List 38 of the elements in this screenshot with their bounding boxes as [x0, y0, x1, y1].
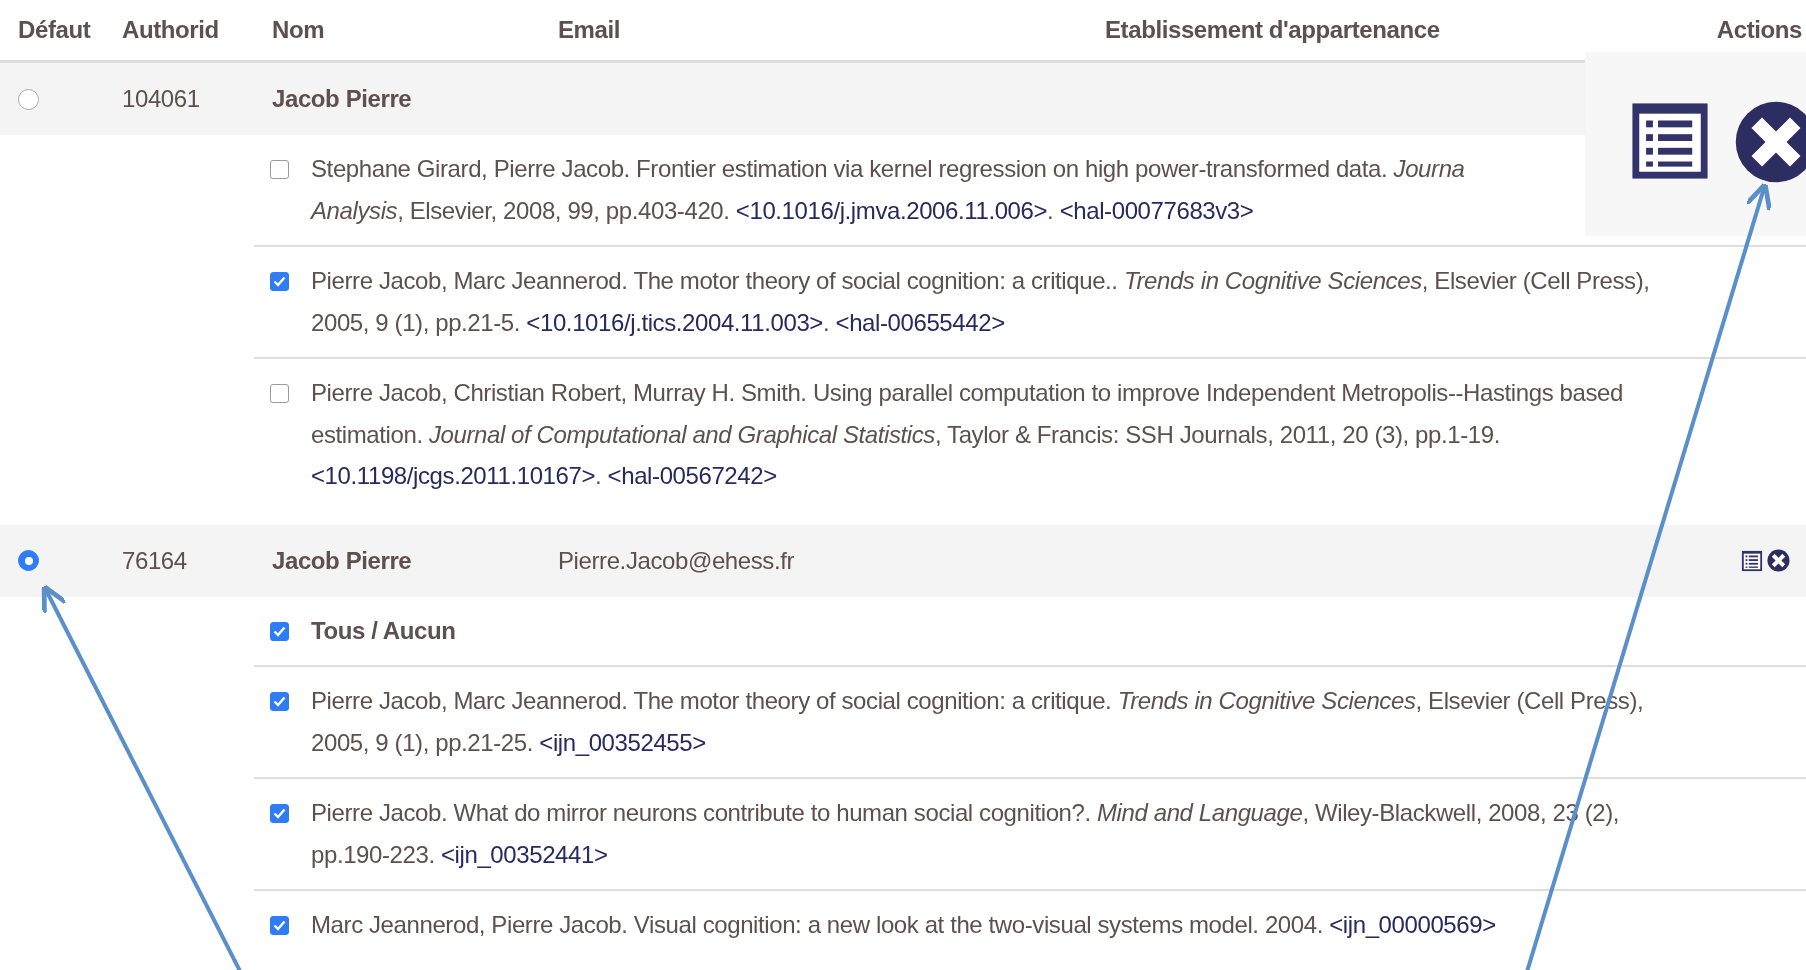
citation-link[interactable]: <ijn_00352455> — [539, 728, 706, 756]
checkbox[interactable] — [270, 384, 289, 403]
column-header: Etablissement d'appartenance — [1105, 15, 1441, 45]
checkbox[interactable] — [270, 160, 289, 179]
citation-link[interactable]: <10.1016/j.tics.2004.11.003> — [526, 308, 823, 336]
column-header: Défaut — [18, 15, 92, 45]
radio-button[interactable] — [18, 88, 39, 110]
citation: Pierre Jacob, Marc Jeannerod. The motor theory of social cognition: a critique.. Trends in Cognitive Sciences, Elsevier (Cell Press), 2005, 9 (1), pp.21-5. <10.1016/j.tics.2004.11.003>. <hal-00655442> — [311, 266, 1650, 338]
checkbox[interactable] — [270, 272, 289, 291]
citation-link[interactable]: <ijn_00000569> — [1329, 911, 1496, 938]
citation-link[interactable]: <10.1198/jcgs.2011.10167> — [311, 462, 596, 489]
select-all-label: Tous / Aucun — [311, 615, 456, 646]
list-icon[interactable] — [1741, 549, 1763, 572]
author-name: Jacob Pierre — [272, 84, 413, 114]
list-icon[interactable] — [1629, 100, 1711, 182]
checkbox[interactable] — [270, 916, 289, 935]
author-id: 76164 — [122, 545, 188, 576]
column-header: Email — [558, 15, 622, 45]
close-icon[interactable] — [1767, 549, 1790, 572]
citation: Pierre Jacob, Christian Robert, Murray H. Smith. Using parallel computation to improve Independent Metropolis--Hastings based estimation. Journal of Computational and Graphical Statistics, Taylor & Francis: SSH Journals, 2011, 20 (3), pp.1-19. <10.1198/jcgs.2011.10167>. <hal-00567242> — [311, 378, 1623, 491]
close-icon[interactable] — [1734, 100, 1806, 184]
checkbox[interactable] — [270, 692, 289, 711]
column-header: Nom — [272, 15, 326, 45]
citation: Stephane Girard, Pierre Jacob. Frontier estimation via kernel regression on high power-transformed data. Journa Analysis, Elsevier, 2008, 99, pp.403-420. <10.1016/j.jmva.2006.11.006>. <hal-00077683v3> — [311, 154, 1465, 226]
citation-link[interactable]: <hal-00655442> — [835, 308, 1005, 336]
citation-link[interactable]: <hal-00077683v3> — [1059, 196, 1254, 224]
checkbox[interactable] — [270, 621, 289, 641]
citation-link[interactable]: <hal-00567242> — [607, 462, 777, 489]
citation-link[interactable]: <ijn_00352441> — [441, 840, 608, 868]
author-email: Pierre.Jacob@ehess.fr — [558, 546, 795, 574]
checkbox[interactable] — [270, 804, 289, 823]
radio-button[interactable] — [18, 550, 39, 571]
column-header: Actions — [1716, 15, 1802, 45]
author-id: 104061 — [122, 84, 201, 114]
author-name: Jacob Pierre — [272, 545, 413, 576]
citation: Marc Jeannerod, Pierre Jacob. Visual cognition: a new look at the two-visual systems model. 2004. <ijn_00000569> — [311, 910, 1496, 940]
column-header: Authorid — [122, 15, 220, 45]
citation-link[interactable]: <10.1016/j.jmva.2006.11.006> — [735, 196, 1048, 224]
